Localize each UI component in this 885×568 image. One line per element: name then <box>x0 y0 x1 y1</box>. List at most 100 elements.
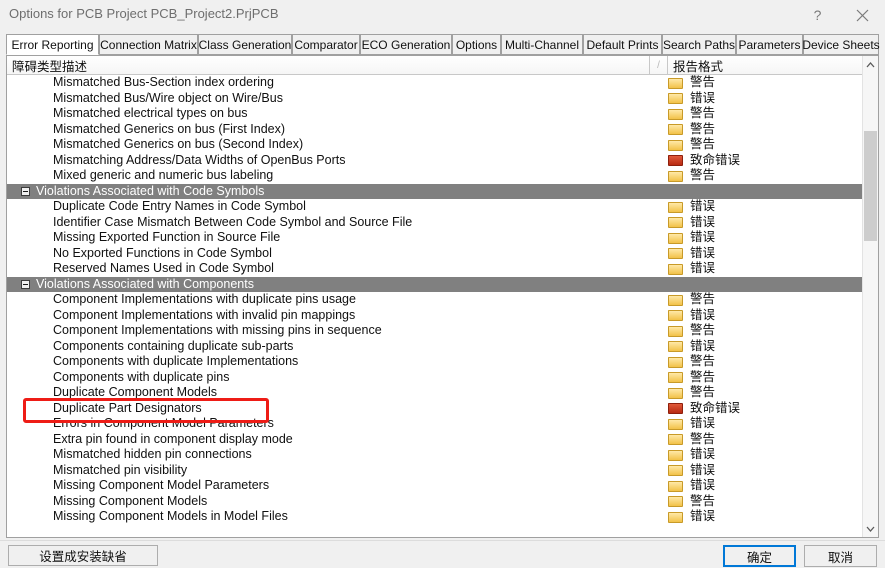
tab-connection-matrix[interactable]: Connection Matrix <box>99 34 198 55</box>
table-row[interactable]: Duplicate Code Entry Names in Code Symbo… <box>7 199 862 215</box>
row-report-format[interactable]: 错误 <box>668 230 715 246</box>
table-row[interactable]: Missing Component Model Parameters 错误 <box>7 478 862 494</box>
folder-yellow-icon <box>668 356 683 368</box>
table-row[interactable]: Component Implementations with invalid p… <box>7 308 862 324</box>
table-row[interactable]: Duplicate Part Designators 致命错误 <box>7 401 862 417</box>
row-report-format[interactable]: 警告 <box>668 106 715 122</box>
row-report-format[interactable]: 警告 <box>668 354 715 370</box>
chevron-up-icon[interactable] <box>863 56 878 73</box>
folder-yellow-icon <box>668 263 683 275</box>
tab-multi-channel[interactable]: Multi-Channel <box>501 34 583 55</box>
tab-options[interactable]: Options <box>452 34 501 55</box>
close-icon[interactable] <box>840 0 885 30</box>
table-row[interactable]: Mismatched Generics on bus (First Index)… <box>7 122 862 138</box>
folder-yellow-icon <box>668 93 683 104</box>
table-row[interactable]: Components containing duplicate sub-part… <box>7 339 862 355</box>
table-row[interactable]: Mismatched pin visibility 错误 <box>7 463 862 479</box>
row-report-format[interactable]: 错误 <box>668 308 715 324</box>
tab-eco-generation[interactable]: ECO Generation <box>360 34 452 55</box>
collapse-toggle-icon[interactable] <box>21 186 30 196</box>
vertical-scrollbar[interactable] <box>862 56 878 537</box>
row-label: Components containing duplicate sub-part… <box>53 338 294 353</box>
row-report-format[interactable]: 错误 <box>668 339 715 355</box>
table-row[interactable]: Mismatched Bus/Wire object on Wire/Bus 错误 <box>7 91 862 107</box>
table-row[interactable]: Component Implementations with missing p… <box>7 323 862 339</box>
table-row[interactable]: Mixed generic and numeric bus labeling 警告 <box>7 168 862 184</box>
tab-comparator[interactable]: Comparator <box>292 34 360 55</box>
table-row[interactable]: No Exported Functions in Code Symbol 错误 <box>7 246 862 262</box>
row-label: Reserved Names Used in Code Symbol <box>53 261 274 275</box>
folder-yellow-icon <box>668 387 683 399</box>
row-report-format[interactable]: 警告 <box>668 292 715 308</box>
tab-default-prints[interactable]: Default Prints <box>583 34 662 55</box>
collapse-toggle-icon[interactable] <box>21 279 30 289</box>
folder-yellow-icon <box>668 449 683 461</box>
help-question-icon[interactable]: ? <box>795 0 840 30</box>
close-glyph <box>856 9 869 21</box>
folder-yellow-icon <box>668 139 683 151</box>
tab-parameters[interactable]: Parameters <box>736 34 803 55</box>
table-row[interactable]: Reserved Names Used in Code Symbol 错误 <box>7 261 862 277</box>
table-body[interactable]: Mismatched Bus-Section index ordering 警告 M… <box>7 75 862 537</box>
row-report-format[interactable]: 错误 <box>668 199 715 215</box>
table-row[interactable]: Mismatched Bus-Section index ordering 警告 <box>7 75 862 91</box>
table-row[interactable]: Errors in Component Model Parameters 错误 <box>7 416 862 432</box>
title-bar: Options for PCB Project PCB_Project2.Prj… <box>0 0 885 32</box>
table-row[interactable]: Mismatched electrical types on bus 警告 <box>7 106 862 122</box>
row-report-format[interactable]: 警告 <box>668 168 715 184</box>
row-report-format[interactable]: 错误 <box>668 91 715 107</box>
row-report-format[interactable]: 错误 <box>668 246 715 262</box>
set-as-install-default-button[interactable]: 设置成安装缺省 <box>8 545 158 566</box>
column-header-sort-indicator[interactable]: / <box>650 56 668 74</box>
row-report-format[interactable]: 致命错误 <box>668 153 740 169</box>
row-report-format[interactable]: 警告 <box>668 494 715 510</box>
table-row[interactable]: Mismatched hidden pin connections 错误 <box>7 447 862 463</box>
table-row[interactable]: Missing Component Models 警告 <box>7 494 862 510</box>
table-row[interactable]: Components with duplicate pins 警告 <box>7 370 862 386</box>
column-header-report-format[interactable]: 报告格式 <box>668 56 862 74</box>
folder-yellow-icon <box>668 77 683 89</box>
row-report-format[interactable]: 错误 <box>668 478 715 494</box>
ok-button[interactable]: 确定 <box>723 545 796 567</box>
row-report-format[interactable]: 错误 <box>668 509 715 525</box>
row-report-format[interactable]: 错误 <box>668 447 715 463</box>
table-row[interactable]: Missing Exported Function in Source File… <box>7 230 862 246</box>
column-header-description[interactable]: 障碍类型描述 <box>7 56 650 74</box>
table-row[interactable]: Missing Component Models in Model Files 错… <box>7 509 862 525</box>
row-label: Mismatched Generics on bus (Second Index… <box>53 137 304 151</box>
table-row[interactable]: Components with duplicate Implementation… <box>7 354 862 370</box>
row-label: Mismatched hidden pin connections <box>53 447 252 461</box>
tab-error-reporting[interactable]: Error Reporting <box>6 34 99 55</box>
row-report-format[interactable]: 错误 <box>668 416 715 432</box>
row-label: Identifier Case Mismatch Between Code Sy… <box>53 214 413 229</box>
tab-search-paths[interactable]: Search Paths <box>662 34 736 55</box>
table-row[interactable]: Duplicate Component Models 警告 <box>7 385 862 401</box>
chevron-down-icon[interactable] <box>863 520 878 537</box>
row-report-format[interactable]: 警告 <box>668 75 715 91</box>
row-report-format[interactable]: 警告 <box>668 122 715 138</box>
row-report-format[interactable]: 警告 <box>668 432 715 448</box>
table-group-row[interactable]: Violations Associated with Code Symbols <box>7 183 862 199</box>
row-report-format[interactable]: 警告 <box>668 137 715 153</box>
table-row[interactable]: Mismatching Address/Data Widths of OpenB… <box>7 153 862 169</box>
tab-device-sheets[interactable]: Device Sheets <box>802 34 880 55</box>
folder-red-icon <box>668 403 683 414</box>
row-report-format[interactable]: 警告 <box>668 385 715 401</box>
chevron-up-glyph <box>866 61 875 67</box>
table-row[interactable]: Component Implementations with duplicate… <box>7 292 862 308</box>
row-report-format[interactable]: 错误 <box>668 215 715 231</box>
row-report-format[interactable]: 错误 <box>668 463 715 479</box>
scrollbar-thumb[interactable] <box>864 131 877 241</box>
table-group-row[interactable]: Violations Associated with Components <box>7 276 862 292</box>
row-report-format[interactable]: 警告 <box>668 370 715 386</box>
row-label: No Exported Functions in Code Symbol <box>53 245 272 260</box>
row-label: Missing Component Models in Model Files <box>53 509 288 523</box>
row-report-format[interactable]: 致命错误 <box>668 401 740 417</box>
table-row[interactable]: Identifier Case Mismatch Between Code Sy… <box>7 215 862 231</box>
row-report-format[interactable]: 警告 <box>668 323 715 339</box>
table-row[interactable]: Mismatched Generics on bus (Second Index… <box>7 137 862 153</box>
tab-class-generation[interactable]: Class Generation <box>198 34 292 55</box>
row-report-format[interactable]: 错误 <box>668 261 715 277</box>
table-row[interactable]: Extra pin found in component display mod… <box>7 432 862 448</box>
cancel-button[interactable]: 取消 <box>804 545 877 567</box>
